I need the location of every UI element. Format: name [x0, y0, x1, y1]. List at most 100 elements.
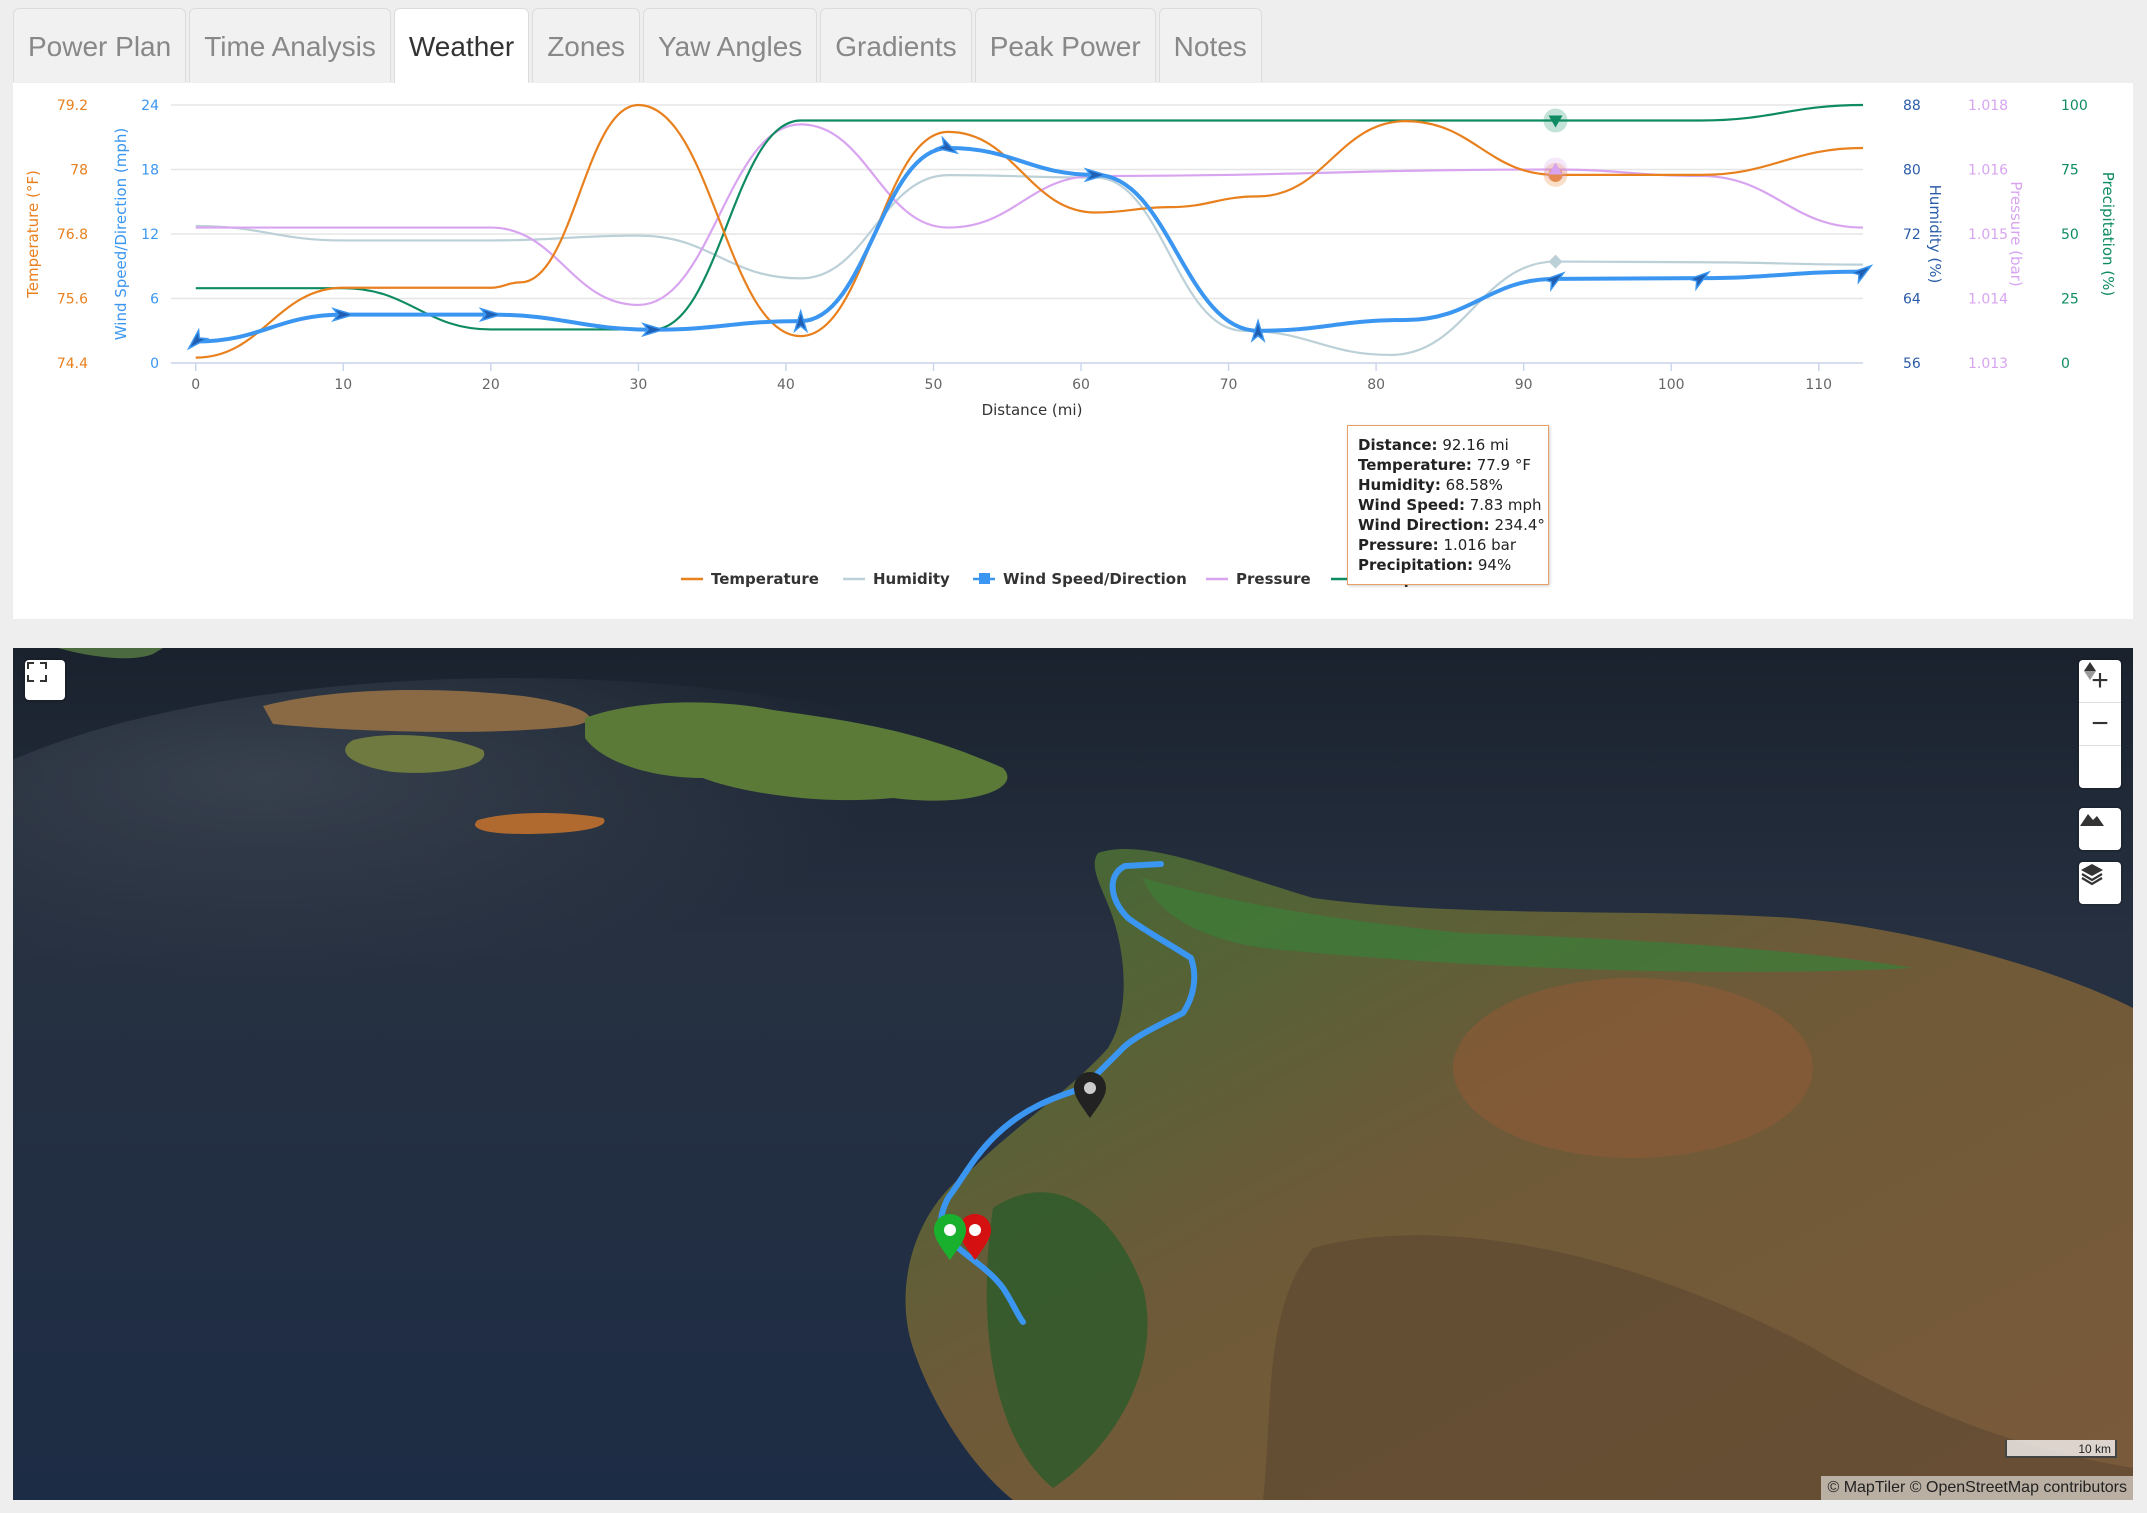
- route-map[interactable]: + − 10 km © MapTiler © OpenStreetMap con…: [13, 648, 2133, 1500]
- terrain-toggle-button[interactable]: [2079, 808, 2121, 850]
- chart-tooltip: Distance: 92.16 mi Temperature: 77.9 °F Hu…: [1347, 425, 1549, 585]
- tab-bar: Power Plan Time Analysis Weather Zones Yaw A…: [13, 8, 1265, 85]
- y-tick-label: 74.4: [57, 356, 88, 372]
- y-tick-label: 56: [1903, 356, 1921, 372]
- tooltip-label: Humidity:: [1358, 476, 1441, 494]
- x-tick-label: 40: [777, 377, 795, 393]
- x-tick-label: 30: [629, 377, 647, 393]
- x-tick-label: 50: [925, 377, 943, 393]
- y-tick-label: 80: [1903, 163, 1921, 179]
- legend-item-label: Wind Speed/Direction: [1003, 570, 1187, 588]
- series-line-temperature: [195, 103, 1864, 359]
- tooltip-value: 77.9 °F: [1476, 456, 1531, 474]
- x-tick-label: 80: [1367, 377, 1385, 393]
- tooltip-value: 94%: [1477, 556, 1512, 574]
- compass-button[interactable]: [2079, 662, 2121, 788]
- y-tick-label: 0: [150, 356, 159, 372]
- tab-time-analysis[interactable]: Time Analysis: [189, 8, 391, 82]
- tooltip-row: Wind Direction: 234.4°: [1358, 515, 1545, 535]
- navigation-control: + −: [2079, 660, 2121, 788]
- series-line-precipitation: [195, 103, 1864, 331]
- tab-notes[interactable]: Notes: [1158, 8, 1262, 82]
- tooltip-label: Temperature:: [1358, 456, 1472, 474]
- tab-gradients[interactable]: Gradients: [820, 8, 972, 82]
- tooltip-row: Distance: 92.16 mi: [1358, 435, 1538, 455]
- y-tick-label: 79.2: [57, 98, 88, 114]
- tab-weather[interactable]: Weather: [393, 8, 530, 85]
- tooltip-label: Distance:: [1358, 436, 1438, 454]
- x-tick-label: 20: [482, 377, 500, 393]
- y-tick-label: 1.015: [1968, 227, 2008, 243]
- tooltip-value: 7.83 mph: [1469, 496, 1542, 514]
- weather-chart-panel: 74.4 75.6 76.8 78 79.2 Temperature (°F) 0 6 12 18…: [13, 83, 2133, 619]
- y-tick-label: 1.016: [1968, 163, 2008, 179]
- fullscreen-icon: [27, 662, 47, 682]
- compass-icon: [2084, 662, 2096, 680]
- y-tick-label: 25: [2061, 292, 2079, 308]
- y-tick-label: 50: [2061, 227, 2079, 243]
- legend-marker[interactable]: [979, 573, 990, 584]
- zoom-out-button[interactable]: −: [2079, 703, 2121, 746]
- y-axis-title: Wind Speed/Direction (mph): [112, 128, 130, 340]
- tab-power-plan[interactable]: Power Plan: [13, 8, 187, 82]
- y-tick-label: 100: [2061, 98, 2088, 114]
- x-axis-title: Distance (mi): [982, 401, 1083, 419]
- fullscreen-button[interactable]: [25, 660, 65, 700]
- layers-button[interactable]: [2079, 862, 2121, 904]
- x-tick-label: 100: [1658, 377, 1685, 393]
- satellite-map-view[interactable]: [13, 648, 2133, 1500]
- y-tick-label: 1.018: [1968, 98, 2008, 114]
- hover-point-humidity: [1548, 254, 1563, 269]
- y-tick-label: 1.013: [1968, 356, 2008, 372]
- y-axis-title: Temperature (°F): [24, 170, 42, 299]
- tooltip-row: Temperature: 77.9 °F: [1358, 455, 1538, 475]
- tooltip-value: 234.4°: [1494, 516, 1545, 534]
- series-line-humidity: [195, 174, 1864, 357]
- x-tick-label: 60: [1072, 377, 1090, 393]
- y-tick-label: 18: [141, 163, 159, 179]
- y-tick-label: 12: [141, 227, 159, 243]
- layers-icon: [2081, 864, 2103, 886]
- tab-zones[interactable]: Zones: [532, 8, 641, 82]
- tooltip-value: 1.016 bar: [1443, 536, 1517, 554]
- x-tick-label: 0: [191, 377, 200, 393]
- legend-item-label: Pressure: [1236, 570, 1311, 588]
- legend-item-label: Temperature: [711, 570, 819, 588]
- y-tick-label: 6: [150, 292, 159, 308]
- y-tick-label: 78: [70, 163, 88, 179]
- tooltip-row: Pressure: 1.016 bar: [1358, 535, 1538, 555]
- tab-yaw-angles[interactable]: Yaw Angles: [643, 8, 818, 82]
- x-tick-label: 90: [1515, 377, 1533, 393]
- tooltip-label: Wind Direction:: [1358, 516, 1490, 534]
- volcano-mauna-kea: [1453, 978, 1813, 1158]
- tooltip-row: Precipitation: 94%: [1358, 555, 1538, 575]
- y-tick-label: 0: [2061, 356, 2070, 372]
- tooltip-label: Pressure:: [1358, 536, 1439, 554]
- tooltip-label: Wind Speed:: [1358, 496, 1465, 514]
- weather-chart: 74.4 75.6 76.8 78 79.2 Temperature (°F) 0 6 12 18…: [24, 98, 2117, 588]
- tab-peak-power[interactable]: Peak Power: [974, 8, 1156, 82]
- tooltip-value: 68.58%: [1445, 476, 1503, 494]
- tooltip-row: Humidity: 68.58%: [1358, 475, 1538, 495]
- y-tick-label: 72: [1903, 227, 1921, 243]
- y-tick-label: 64: [1903, 292, 1921, 308]
- x-tick-label: 10: [334, 377, 352, 393]
- map-attribution[interactable]: © MapTiler © OpenStreetMap contributors: [1821, 1476, 2133, 1500]
- map-scale: 10 km: [2005, 1440, 2117, 1458]
- y-axis-title: Precipitation (%): [2099, 172, 2117, 296]
- minus-icon: −: [2091, 707, 2109, 740]
- mountain-icon: [2080, 814, 2104, 826]
- x-tick-label: 110: [1805, 377, 1832, 393]
- y-axis-title: Pressure (bar): [2007, 181, 2025, 286]
- y-tick-label: 75.6: [57, 292, 88, 308]
- legend-item-label: Humidity: [873, 570, 950, 588]
- y-tick-label: 75: [2061, 163, 2079, 179]
- y-axis-title: Humidity (%): [1926, 185, 1944, 284]
- y-tick-label: 1.014: [1968, 292, 2008, 308]
- tooltip-row: Wind Speed: 7.83 mph: [1358, 495, 1542, 515]
- y-tick-label: 24: [141, 98, 159, 114]
- tooltip-label: Precipitation:: [1358, 556, 1474, 574]
- x-tick-label: 70: [1220, 377, 1238, 393]
- y-tick-label: 88: [1903, 98, 1921, 114]
- tooltip-value: 92.16 mi: [1442, 436, 1509, 454]
